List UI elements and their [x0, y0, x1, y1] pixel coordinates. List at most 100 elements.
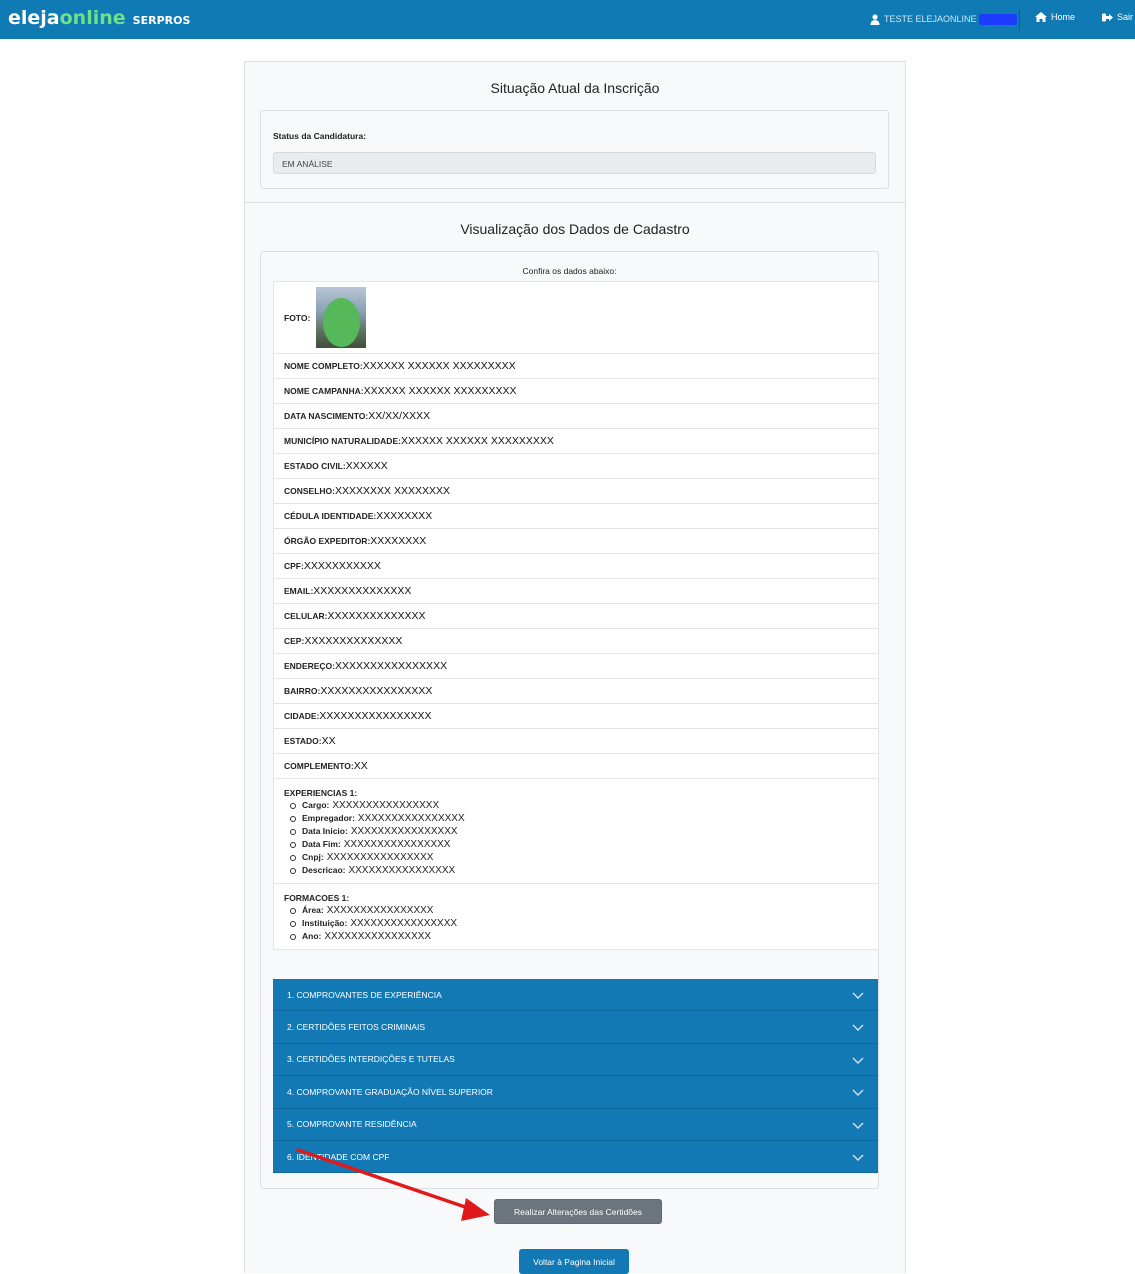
fields-container: NOME COMPLETO: XXXXXX XXXXXX XXXXXXXXX NOM… [274, 354, 878, 779]
accordion-item[interactable]: 2. CERTIDÕES FEITOS CRIMINAIS [273, 1011, 878, 1044]
user-icon [870, 13, 880, 25]
field-value: XXXXXXXXXXXXXXXX [319, 710, 432, 722]
accordion-item[interactable]: 6. IDENTIDADE COM CPF [273, 1140, 878, 1174]
field-label: NOME COMPLETO: [284, 361, 363, 371]
back-home-button[interactable]: Voltar à Pagina Inicial [519, 1249, 629, 1274]
list-item: DATA NASCIMENTO: XX/XX/XXXX [274, 404, 878, 429]
field-value: XXXXXX XXXXXX XXXXXXXXX [400, 435, 554, 447]
circle-bullet-icon [290, 828, 296, 835]
brand-sub-text: SERPROS [132, 14, 191, 27]
accordion-item-label: 5. COMPROVANTE RESIDÊNCIA [287, 1119, 417, 1130]
brand-logo[interactable]: eleja online SERPROS [8, 7, 190, 31]
experiencias-list: Cargo: XXXXXXXXXXXXXXXX Empregador: XXXXXXX… [284, 799, 868, 877]
list-item: CÉDULA IDENTIDADE: XXXXXXXX [274, 504, 878, 529]
field-label: EMAIL: [284, 586, 314, 596]
field-label: ENDEREÇO: [284, 661, 336, 671]
circle-bullet-icon [290, 854, 296, 861]
cadastro-instruction: Confira os dados abaixo: [522, 266, 617, 276]
chevron-down-icon [852, 1024, 864, 1032]
field-value: XX [353, 760, 368, 772]
sub-field-value: XXXXXXXXXXXXXXXX [326, 905, 434, 916]
field-label: CÉDULA IDENTIDADE: [284, 511, 377, 521]
list-item: ENDEREÇO: XXXXXXXXXXXXXXXX [274, 654, 878, 679]
field-value: XXXXXXXXXXXXXXXX [320, 685, 433, 697]
field-label: CPF: [284, 561, 304, 571]
field-value: XXXXXXXXXXXXXX [304, 635, 403, 647]
accordion-item[interactable]: 4. COMPROVANTE GRADUAÇÃO NÍVEL SUPERIOR [273, 1076, 878, 1109]
field-value: XXXXXX XXXXXX XXXXXXXXX [362, 360, 516, 372]
sub-list-item: Cnpj: XXXXXXXXXXXXXXXX [290, 851, 868, 864]
cadastro-panel: Confira os dados abaixo: FOTO: NOME COMP… [260, 251, 879, 1189]
sub-list-item: Área: XXXXXXXXXXXXXXXX [290, 904, 868, 917]
sub-list-item: Data Inicio: XXXXXXXXXXXXXXXX [290, 825, 868, 838]
accordion-item[interactable]: 1. COMPROVANTES DE EXPERIÊNCIA [273, 979, 878, 1012]
status-field: EM ANÁLISE [273, 152, 876, 174]
experiencias-label: EXPERIENCIAS 1: [284, 788, 358, 798]
sub-list-item: Data Fim: XXXXXXXXXXXXXXXX [290, 838, 868, 851]
circle-bullet-icon [290, 802, 296, 809]
status-panel: Status da Candidatura: EM ANÁLISE [260, 110, 889, 189]
field-label: ÓRGÃO EXPEDITOR: [284, 536, 371, 546]
accordion-item-label: 4. COMPROVANTE GRADUAÇÃO NÍVEL SUPERIOR [287, 1086, 493, 1097]
user-name: TESTE ELEJAONLINE [884, 14, 977, 24]
field-value: XXXXXXXX XXXXXXXX [335, 485, 450, 497]
logout-link[interactable]: Sair [1102, 12, 1133, 22]
circle-bullet-icon [290, 920, 296, 927]
field-label: COMPLEMENTO: [284, 761, 354, 771]
sub-field-label: Empregador: [302, 813, 355, 823]
brand-accent-text: online [59, 7, 126, 29]
list-item: CONSELHO: XXXXXXXX XXXXXXXX [274, 479, 878, 504]
foto-label: FOTO: [284, 312, 311, 323]
sub-field-value: XXXXXXXXXXXXXXXX [324, 931, 432, 942]
sub-field-value: XXXXXXXXXXXXXXXX [350, 826, 458, 837]
home-icon [1035, 12, 1047, 22]
chevron-down-icon [852, 1154, 864, 1161]
sub-list-item: Ano: XXXXXXXXXXXXXXXX [290, 930, 868, 943]
field-value: XX [321, 735, 336, 747]
chevron-down-icon [852, 1089, 864, 1097]
field-value: XXXXXXXXXXXXXXXX [335, 660, 448, 672]
list-item-formacoes: FORMACOES 1: Área: XXXXXXXXXXXXXXXX Instit… [274, 884, 878, 949]
field-value: XXXXXX [345, 460, 388, 472]
candidate-photo [316, 287, 367, 348]
field-label: NOME CAMPANHA: [284, 386, 364, 396]
field-label: ESTADO CIVIL: [284, 461, 346, 471]
list-item: NOME CAMPANHA: XXXXXX XXXXXX XXXXXXXXX [274, 379, 878, 404]
accordion-item[interactable]: 3. CERTIDÕES INTERDIÇÕES E TUTELAS [273, 1043, 878, 1077]
status-section-title: Situação Atual da Inscrição [490, 80, 660, 96]
list-item: CELULAR: XXXXXXXXXXXXXX [274, 604, 878, 629]
home-link-label: Home [1051, 12, 1076, 22]
alter-certidoes-button[interactable]: Realizar Alterações das Certidões [494, 1199, 662, 1224]
list-item: CEP: XXXXXXXXXXXXXX [274, 629, 878, 654]
list-item: ESTADO CIVIL: XXXXXX [274, 454, 878, 479]
sub-list-item: Empregador: XXXXXXXXXXXXXXXX [290, 812, 868, 825]
accordion-item-label: 3. CERTIDÕES INTERDIÇÕES E TUTELAS [287, 1054, 455, 1065]
list-item: CIDADE: XXXXXXXXXXXXXXXX [274, 704, 878, 729]
field-value: XXXXXXXXXXXXXX [327, 610, 426, 622]
sub-field-value: XXXXXXXXXXXXXXXX [343, 839, 451, 850]
sub-field-label: Data Fim: [302, 839, 341, 849]
circle-bullet-icon [290, 933, 296, 940]
sub-field-value: XXXXXXXXXXXXXXXX [350, 918, 458, 929]
sub-field-value: XXXXXXXXXXXXXXXX [332, 800, 440, 811]
home-link[interactable]: Home [1035, 12, 1075, 22]
sub-field-label: Cnpj: [302, 852, 324, 862]
sub-field-label: Área: [302, 905, 324, 915]
list-item-experiencias: EXPERIENCIAS 1: Cargo: XXXXXXXXXXXXXXXX Em… [274, 779, 878, 884]
main-card: Situação Atual da Inscrição Status da Ca… [244, 61, 906, 1274]
field-value: XXXXXXXX [370, 535, 427, 547]
top-navbar: eleja online SERPROS TESTE ELEJAONLINE H… [0, 0, 1135, 39]
list-item: ESTADO: XX [274, 729, 878, 754]
field-label: CEP: [284, 636, 305, 646]
accordion-item-label: 1. COMPROVANTES DE EXPERIÊNCIA [287, 989, 442, 1000]
list-item: MUNICÍPIO NATURALIDADE: XXXXXX XXXXXX XXX… [274, 429, 878, 454]
list-item: EMAIL: XXXXXXXXXXXXXX [274, 579, 878, 604]
accordion-item[interactable]: 5. COMPROVANTE RESIDÊNCIA [273, 1108, 878, 1141]
user-menu[interactable]: TESTE ELEJAONLINE [870, 11, 1017, 27]
accordion-item-label: 6. IDENTIDADE COM CPF [287, 1151, 390, 1162]
sub-field-label: Cargo: [302, 800, 330, 810]
list-item: NOME COMPLETO: XXXXXX XXXXXX XXXXXXXXX [274, 354, 878, 379]
chevron-down-icon [852, 1057, 864, 1064]
navbar-divider [1019, 9, 1020, 31]
sub-field-value: XXXXXXXXXXXXXXXX [357, 813, 465, 824]
